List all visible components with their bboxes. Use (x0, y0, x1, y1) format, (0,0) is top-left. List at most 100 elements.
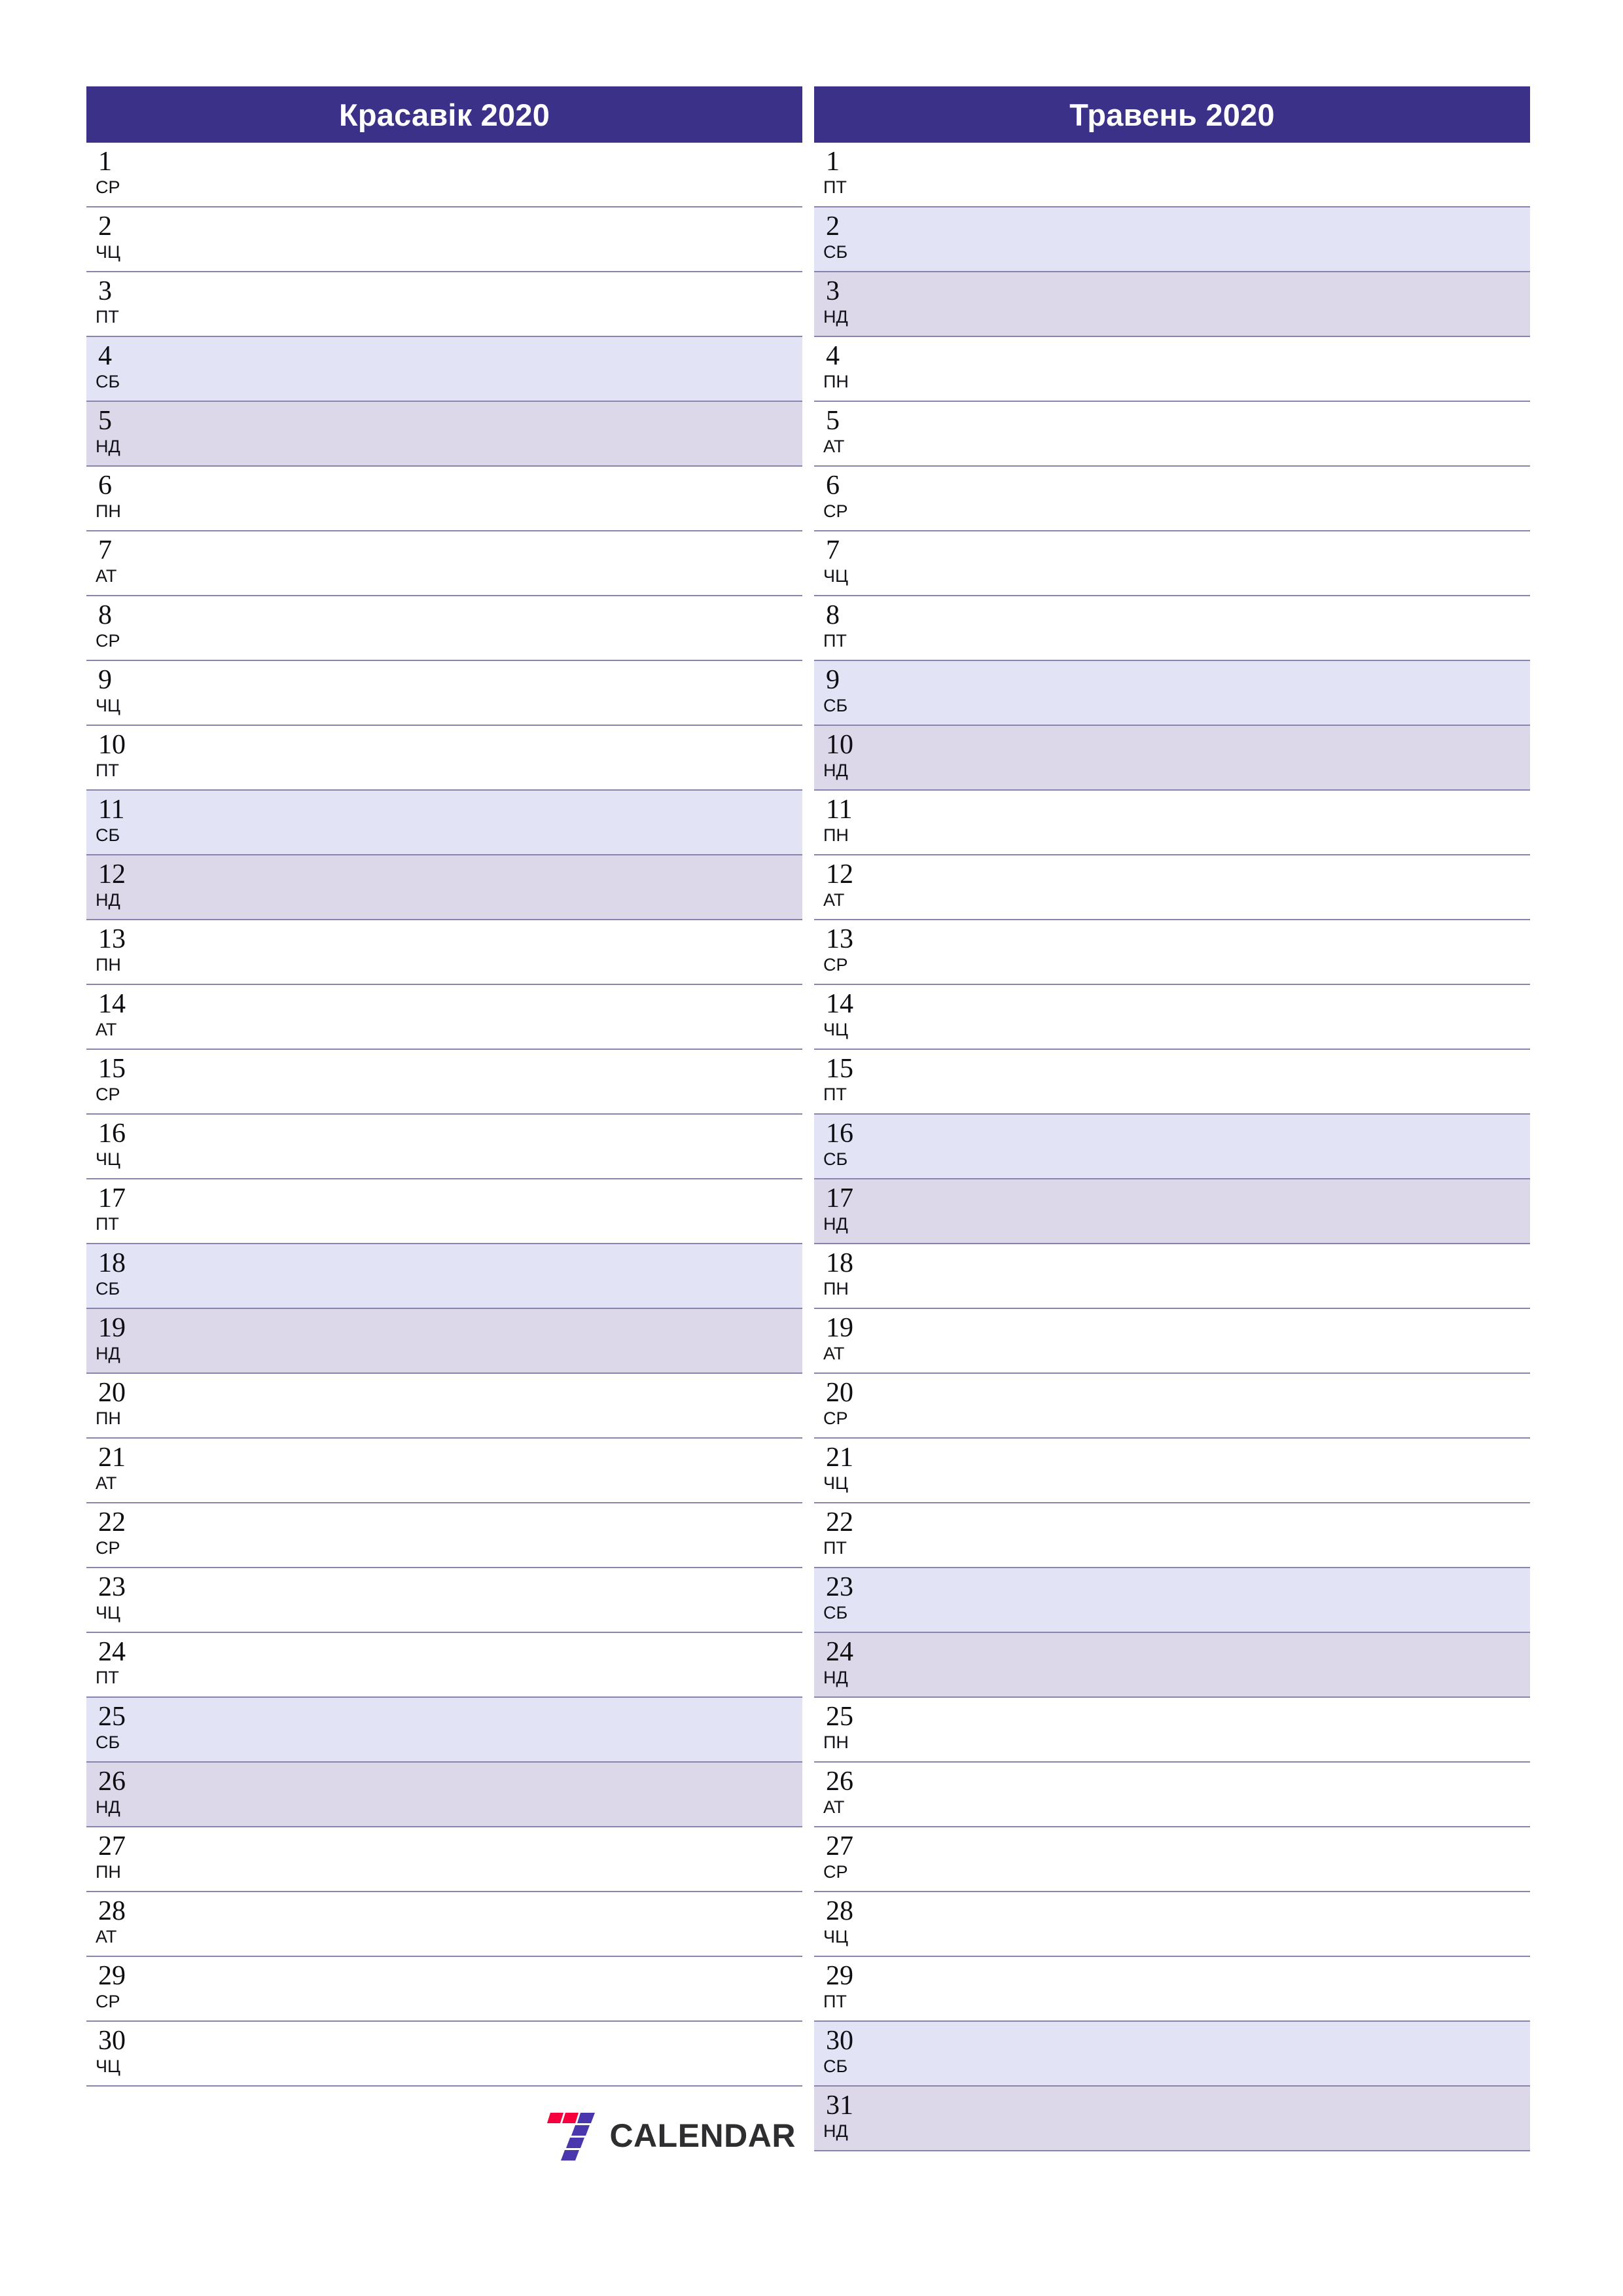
day-number: 22 (826, 1507, 853, 1537)
day-row[interactable]: 21 АТ (86, 1439, 802, 1503)
day-row[interactable]: 12 АТ (814, 855, 1530, 920)
day-number: 29 (826, 1961, 853, 1991)
day-row[interactable]: 12 НД (86, 855, 802, 920)
day-weekday-abbr: ПН (823, 1279, 849, 1299)
day-row[interactable]: 22 СР (86, 1503, 802, 1568)
day-row[interactable]: 26 АТ (814, 1763, 1530, 1827)
day-row[interactable]: 3 ПТ (86, 272, 802, 337)
day-row[interactable]: 21 ЧЦ (814, 1439, 1530, 1503)
day-row[interactable]: 5 АТ (814, 402, 1530, 467)
day-row[interactable]: 23 ЧЦ (86, 1568, 802, 1633)
day-row[interactable]: 28 ЧЦ (814, 1892, 1530, 1957)
day-row[interactable]: 4 ПН (814, 337, 1530, 402)
day-row[interactable]: 29 ПТ (814, 1957, 1530, 2022)
day-row[interactable]: 7 ЧЦ (814, 531, 1530, 596)
day-row[interactable]: 30 ЧЦ (86, 2022, 802, 2087)
day-number: 6 (98, 471, 112, 501)
day-row[interactable]: 1 СР (86, 143, 802, 207)
day-weekday-abbr: ПН (823, 825, 849, 845)
day-row[interactable]: 25 СБ (86, 1698, 802, 1763)
day-row[interactable]: 19 НД (86, 1309, 802, 1374)
day-row[interactable]: 16 СБ (814, 1115, 1530, 1179)
day-row[interactable]: 30 СБ (814, 2022, 1530, 2087)
day-row[interactable]: 24 ПТ (86, 1633, 802, 1698)
day-row[interactable]: 10 НД (814, 726, 1530, 791)
day-number: 28 (826, 1896, 853, 1926)
day-row[interactable]: 14 АТ (86, 985, 802, 1050)
seven-calendar-logo-mark (547, 2113, 596, 2161)
day-number: 26 (98, 1767, 126, 1797)
day-row[interactable]: 2 ЧЦ (86, 207, 802, 272)
day-row[interactable]: 8 ПТ (814, 596, 1530, 661)
day-row[interactable]: 17 НД (814, 1179, 1530, 1244)
day-row[interactable]: 6 ПН (86, 467, 802, 531)
day-weekday-abbr: АТ (96, 566, 117, 586)
day-row[interactable]: 7 АТ (86, 531, 802, 596)
day-number: 18 (98, 1248, 126, 1278)
day-weekday-abbr: СР (96, 1085, 120, 1104)
day-row[interactable]: 18 СБ (86, 1244, 802, 1309)
day-row[interactable]: 3 НД (814, 272, 1530, 337)
day-row[interactable]: 29 СР (86, 1957, 802, 2022)
day-row[interactable]: 2 СБ (814, 207, 1530, 272)
day-row[interactable]: 27 СР (814, 1827, 1530, 1892)
day-row[interactable]: 15 ПТ (814, 1050, 1530, 1115)
day-row[interactable]: 5 НД (86, 402, 802, 467)
day-row[interactable]: 1 ПТ (814, 143, 1530, 207)
day-number: 16 (98, 1119, 126, 1149)
day-row[interactable]: 4 СБ (86, 337, 802, 402)
day-row[interactable]: 20 ПН (86, 1374, 802, 1439)
day-row[interactable]: 25 ПН (814, 1698, 1530, 1763)
day-row[interactable]: 13 СР (814, 920, 1530, 985)
day-number: 26 (826, 1767, 853, 1797)
day-row[interactable]: 24 НД (814, 1633, 1530, 1698)
seven-calendar-logo: CALENDAR (543, 2108, 796, 2163)
day-row[interactable]: 31 НД (814, 2087, 1530, 2151)
day-weekday-abbr: СБ (823, 242, 848, 262)
day-row[interactable]: 8 СР (86, 596, 802, 661)
day-row[interactable]: 18 ПН (814, 1244, 1530, 1309)
day-row[interactable]: 14 ЧЦ (814, 985, 1530, 1050)
day-row[interactable]: 22 ПТ (814, 1503, 1530, 1568)
day-row[interactable]: 13 ПН (86, 920, 802, 985)
day-row[interactable]: 17 ПТ (86, 1179, 802, 1244)
day-weekday-abbr: ЧЦ (96, 2056, 120, 2076)
day-row[interactable]: 27 ПН (86, 1827, 802, 1892)
day-row[interactable]: 23 СБ (814, 1568, 1530, 1633)
day-row[interactable]: 10 ПТ (86, 726, 802, 791)
logo-area: CALENDAR (86, 2087, 802, 2185)
day-weekday-abbr: СР (823, 1862, 848, 1882)
day-row[interactable]: 16 ЧЦ (86, 1115, 802, 1179)
day-number: 30 (98, 2026, 126, 2056)
day-number: 15 (98, 1054, 126, 1084)
day-row[interactable]: 11 СБ (86, 791, 802, 855)
day-row[interactable]: 9 СБ (814, 661, 1530, 726)
logo-wordmark: CALENDAR (609, 2117, 796, 2154)
day-weekday-abbr: АТ (823, 437, 845, 456)
day-number: 28 (98, 1896, 126, 1926)
day-row[interactable]: 28 АТ (86, 1892, 802, 1957)
day-row[interactable]: 6 СР (814, 467, 1530, 531)
day-weekday-abbr: ЧЦ (96, 1149, 120, 1169)
day-row[interactable]: 19 АТ (814, 1309, 1530, 1374)
day-number: 17 (98, 1183, 126, 1213)
month-column-left: Красавік 2020 1 СР 2 ЧЦ 3 ПТ 4 СБ 5 НД 6 ПН 7 АТ 8 СР 9 Ч… (86, 86, 802, 2185)
day-weekday-abbr: ЧЦ (823, 1473, 848, 1493)
day-number: 20 (826, 1378, 853, 1408)
day-weekday-abbr: СБ (96, 372, 120, 391)
day-weekday-abbr: АТ (823, 1344, 845, 1363)
day-row[interactable]: 15 СР (86, 1050, 802, 1115)
day-weekday-abbr: ПТ (823, 1538, 847, 1558)
day-number: 9 (826, 665, 840, 695)
day-number: 3 (826, 276, 840, 306)
day-number: 19 (826, 1313, 853, 1343)
day-number: 15 (826, 1054, 853, 1084)
day-row[interactable]: 9 ЧЦ (86, 661, 802, 726)
day-number: 5 (826, 406, 840, 436)
day-row[interactable]: 20 СР (814, 1374, 1530, 1439)
day-weekday-abbr: АТ (823, 890, 845, 910)
day-row[interactable]: 11 ПН (814, 791, 1530, 855)
day-number: 2 (98, 211, 112, 242)
day-row[interactable]: 26 НД (86, 1763, 802, 1827)
day-weekday-abbr: ПТ (96, 761, 119, 780)
